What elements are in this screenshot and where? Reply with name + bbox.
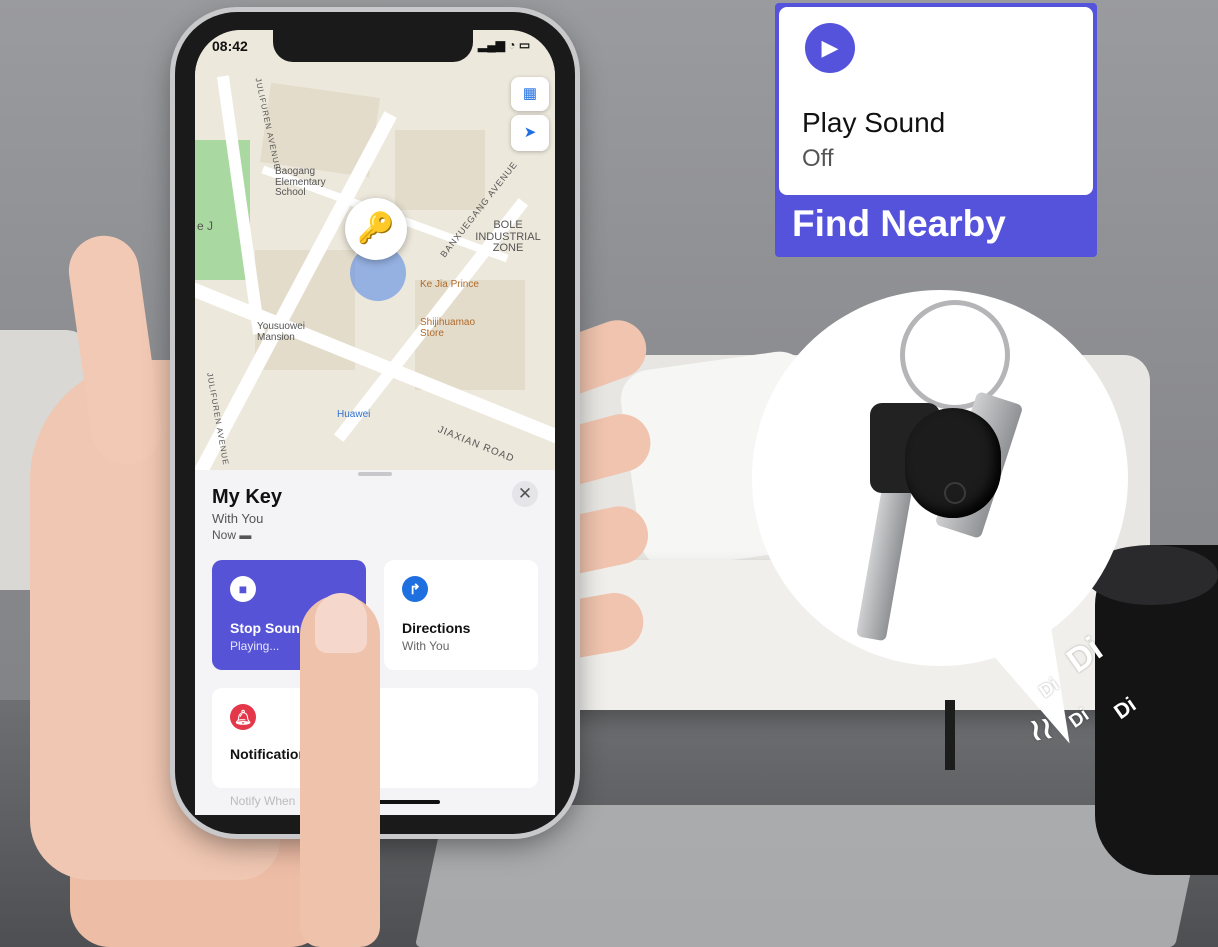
key-pin-icon[interactable]: 🔑 (345, 198, 407, 260)
directions-title: Directions (402, 620, 471, 636)
play-sound-title: Play Sound (802, 107, 946, 138)
play-icon[interactable]: ▶ (805, 23, 855, 73)
play-sound-state: Off (802, 145, 834, 172)
key-ring (900, 300, 1010, 410)
fingernail (315, 593, 367, 653)
map-block (395, 130, 485, 210)
bell-icon: 🔔︎ (230, 704, 256, 730)
battery-icon: ▬ (239, 528, 252, 542)
directions-icon: ↱ (402, 576, 428, 602)
map-label-huawei: Huawei (337, 409, 371, 420)
item-title: My Key (212, 486, 283, 508)
sofa-leg (945, 700, 955, 770)
map-label-edge: e J (197, 219, 214, 233)
stop-sound-title: Stop Sound (230, 620, 309, 636)
notify-when-label: Notify When (230, 794, 296, 808)
stop-icon: ■ (230, 576, 256, 602)
map-label-yousuowei: Yousuowei Mansion (257, 321, 306, 343)
map-label-bole: BOLE INDUSTRIAL ZONE (475, 219, 541, 255)
stop-sound-status: Playing... (230, 639, 280, 653)
location-arrow-icon[interactable]: ➤ (511, 115, 549, 151)
status-icons: ▂▄▆ ◔ ▭ (478, 38, 531, 52)
directions-button[interactable]: ↱ Directions With You (384, 560, 538, 670)
map-label-kejia: Ke Jia Prince (420, 279, 479, 290)
status-time: 08:42 (212, 38, 248, 54)
tracker-tag-button (944, 482, 966, 504)
map-label-school: Baogang Elementary School (275, 166, 326, 198)
close-icon[interactable]: ✕ (512, 481, 538, 507)
map-label-shijihuamao: Shijihuamao Store (420, 317, 476, 339)
map-icon[interactable]: ▦ (511, 77, 549, 111)
phone-notch (273, 30, 473, 62)
sheet-grabber[interactable] (358, 472, 392, 476)
item-subtitle: With You (212, 511, 264, 526)
item-timestamp: Now ▬ (212, 528, 252, 542)
directions-subtitle: With You (402, 639, 450, 653)
map-label-jiaxian: JIAXIAN ROAD (436, 424, 516, 465)
find-nearby-label: Find Nearby (792, 203, 1006, 244)
